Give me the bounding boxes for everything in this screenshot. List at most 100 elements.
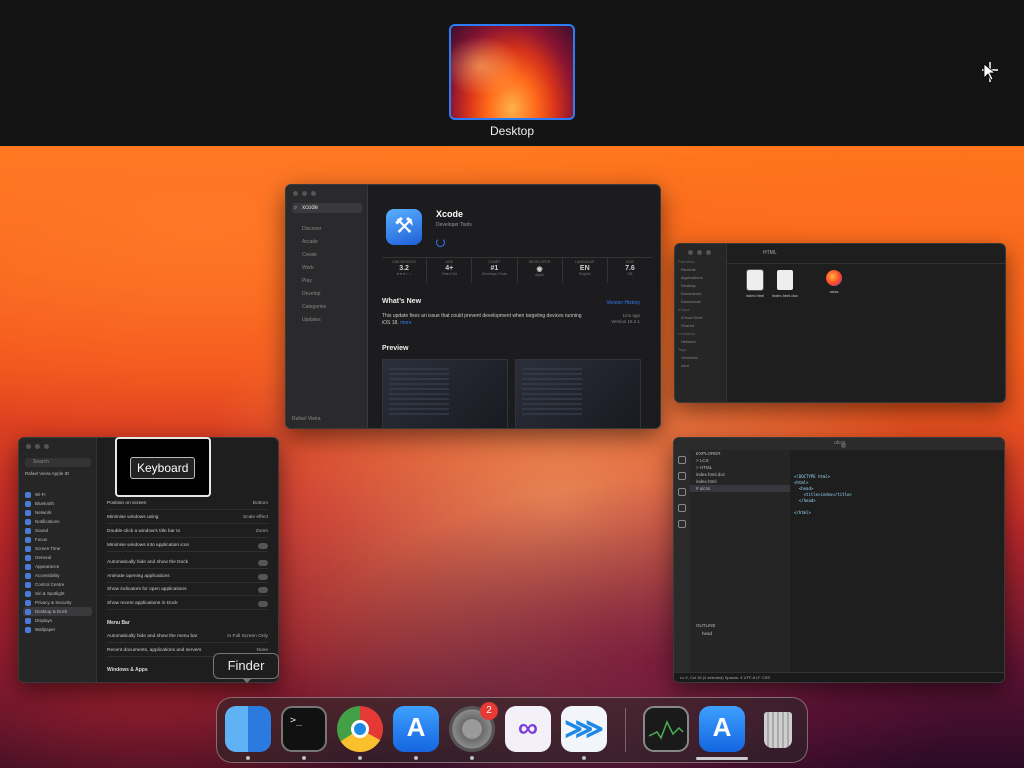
setting-row[interactable]: Position on screen Bottom — [107, 498, 268, 510]
app-store-window[interactable]: xcode Discover Arcade Create Work Play D… — [285, 184, 661, 429]
settings-item[interactable]: Screen Time — [23, 544, 92, 553]
explorer-item[interactable]: index.html — [690, 478, 790, 485]
nav-item-categories[interactable]: Categories — [302, 301, 326, 314]
finder-sidebar-item[interactable]: Applications — [675, 274, 726, 282]
vscode-window[interactable]: ulcss EXPLORER > LCS > HTML index.html.d… — [673, 437, 1005, 683]
developer-icon: ◉ — [536, 266, 543, 273]
source-control-icon[interactable] — [678, 488, 686, 496]
settings-item[interactable]: Bluetooth — [23, 499, 92, 508]
finder-sidebar-item[interactable]: Network — [675, 338, 726, 346]
setting-row[interactable]: Automatically hide and show the Dock — [107, 557, 268, 569]
window-controls[interactable] — [26, 444, 49, 449]
settings-item[interactable]: Privacy & Security — [23, 598, 92, 607]
preview-screenshot[interactable] — [515, 359, 641, 428]
vscode-dock-icon[interactable]: ⋙ — [561, 706, 607, 752]
nav-item-develop[interactable]: Develop — [302, 288, 326, 301]
setting-row[interactable]: Minimise windows using Scale effect — [107, 512, 268, 524]
extensions-icon[interactable] — [678, 520, 686, 528]
run-debug-icon[interactable] — [678, 504, 686, 512]
visual-studio-dock-icon[interactable]: ∞ — [505, 706, 551, 752]
trash-icon[interactable] — [755, 706, 801, 752]
app-store-preview-dock-icon[interactable]: A — [699, 706, 745, 752]
finder-sidebar-item[interactable]: iCloud Drive — [675, 314, 726, 322]
finder-tooltip: Finder — [213, 653, 279, 683]
finder-sidebar-item[interactable]: Recents — [675, 266, 726, 274]
settings-item[interactable]: Accessibility — [23, 571, 92, 580]
settings-item[interactable]: Appearance — [23, 562, 92, 571]
keyboard-window-label[interactable]: Keyboard — [115, 437, 211, 497]
stat-size: SIZE 7.6 GB — [625, 260, 635, 276]
setting-row[interactable]: Minimise windows into application icon — [107, 540, 268, 552]
toggle-switch[interactable] — [258, 574, 268, 580]
nav-item-discover[interactable]: Discover — [302, 223, 326, 236]
settings-item[interactable]: Wi-Fi — [23, 490, 92, 499]
finder-sidebar-item[interactable]: Downloads — [675, 298, 726, 306]
finder-sidebar-item[interactable]: Desktop — [675, 282, 726, 290]
window-controls[interactable] — [293, 191, 316, 196]
finder-sidebar-item[interactable]: Azul — [675, 362, 726, 370]
file-item[interactable]: index.html.doc — [765, 270, 805, 298]
settings-profile[interactable]: Rafael Vieira Apple ID — [25, 471, 69, 476]
search-icon[interactable] — [678, 472, 686, 480]
toggle-switch[interactable] — [258, 587, 268, 593]
activity-monitor-dock-icon[interactable] — [643, 706, 689, 752]
setting-row[interactable]: Show recent applications in Dock — [107, 598, 268, 610]
firefox-file-icon — [826, 270, 842, 286]
settings-item[interactable]: Sound — [23, 526, 92, 535]
explorer-item[interactable]: > LCS — [690, 457, 790, 464]
chrome-dock-icon[interactable] — [337, 706, 383, 752]
toggle-switch[interactable] — [258, 560, 268, 566]
nav-item-work[interactable]: Work — [302, 262, 326, 275]
terminal-dock-icon[interactable]: >_ — [281, 706, 327, 752]
finder-dock-icon[interactable] — [225, 706, 271, 752]
explorer-heading: EXPLORER — [696, 451, 721, 456]
explorer-item[interactable]: # ulcss — [690, 485, 790, 492]
mission-control: Desktop xcode Discover Arcade Create Wor… — [0, 0, 1024, 768]
settings-item[interactable]: Desktop & Dock — [23, 607, 92, 616]
app-category: Developer Tools — [436, 222, 472, 228]
window-controls[interactable] — [682, 250, 711, 258]
finder-sidebar-item[interactable]: Documents — [675, 290, 726, 298]
finder-sidebar: Favorites Recents Applications Desktop D… — [675, 244, 727, 402]
setting-row[interactable]: Double-click a window’s title bar to Zoom — [107, 526, 268, 538]
finder-window[interactable]: Favorites Recents Applications Desktop D… — [674, 243, 1006, 403]
preview-screenshot[interactable] — [382, 359, 508, 428]
code-content[interactable]: <!DOCTYPE html> <html> <head> <title>ind… — [794, 474, 852, 516]
nav-item-create[interactable]: Create — [302, 249, 326, 262]
desktop-space-thumbnail[interactable] — [449, 24, 575, 120]
windows-apps-heading: Windows & Apps — [107, 667, 148, 673]
explorer-icon[interactable] — [678, 456, 686, 464]
more-link[interactable]: more — [400, 320, 411, 326]
settings-item[interactable]: Notifications — [23, 517, 92, 526]
explorer-item[interactable]: index.html.doc — [690, 471, 790, 478]
settings-item[interactable]: Control Centre — [23, 580, 92, 589]
setting-row[interactable]: Show indicators for open applications — [107, 584, 268, 596]
app-store-search-input[interactable]: xcode — [292, 203, 362, 213]
setting-row[interactable]: Animate opening applications — [107, 571, 268, 583]
finder-sidebar-item[interactable]: Vermelho — [675, 354, 726, 362]
app-store-dock-icon[interactable]: A — [393, 706, 439, 752]
nav-item-updates[interactable]: Updates — [302, 314, 326, 327]
settings-item[interactable]: Network — [23, 508, 92, 517]
outline-item[interactable]: head — [696, 630, 712, 637]
settings-item[interactable]: Siri & Spotlight — [23, 589, 92, 598]
toggle-switch[interactable] — [258, 601, 268, 607]
setting-row[interactable]: Automatically hide and show the menu bar… — [107, 631, 268, 643]
download-progress-icon[interactable] — [436, 238, 445, 247]
file-item[interactable]: ulcss — [814, 270, 854, 294]
settings-nav: Wi-Fi Bluetooth Network Notifications So… — [23, 490, 92, 634]
toggle-switch[interactable] — [258, 543, 268, 549]
finder-sidebar-item[interactable]: Shared — [675, 322, 726, 330]
nav-item-arcade[interactable]: Arcade — [302, 236, 326, 249]
version-history-link[interactable]: Version History — [606, 300, 640, 306]
settings-item[interactable]: Wallpaper — [23, 625, 92, 634]
settings-search-input[interactable]: Search — [25, 458, 91, 467]
outline-heading[interactable]: OUTLINE — [690, 622, 790, 629]
app-store-user[interactable]: Rafael Vieira — [292, 416, 321, 422]
nav-item-play[interactable]: Play — [302, 275, 326, 288]
settings-item[interactable]: Displays — [23, 616, 92, 625]
settings-item[interactable]: General — [23, 553, 92, 562]
explorer-item[interactable]: > HTML — [690, 464, 790, 471]
vscode-editor[interactable]: <!DOCTYPE html> <html> <head> <title>ind… — [790, 450, 1004, 672]
settings-item[interactable]: Focus — [23, 535, 92, 544]
